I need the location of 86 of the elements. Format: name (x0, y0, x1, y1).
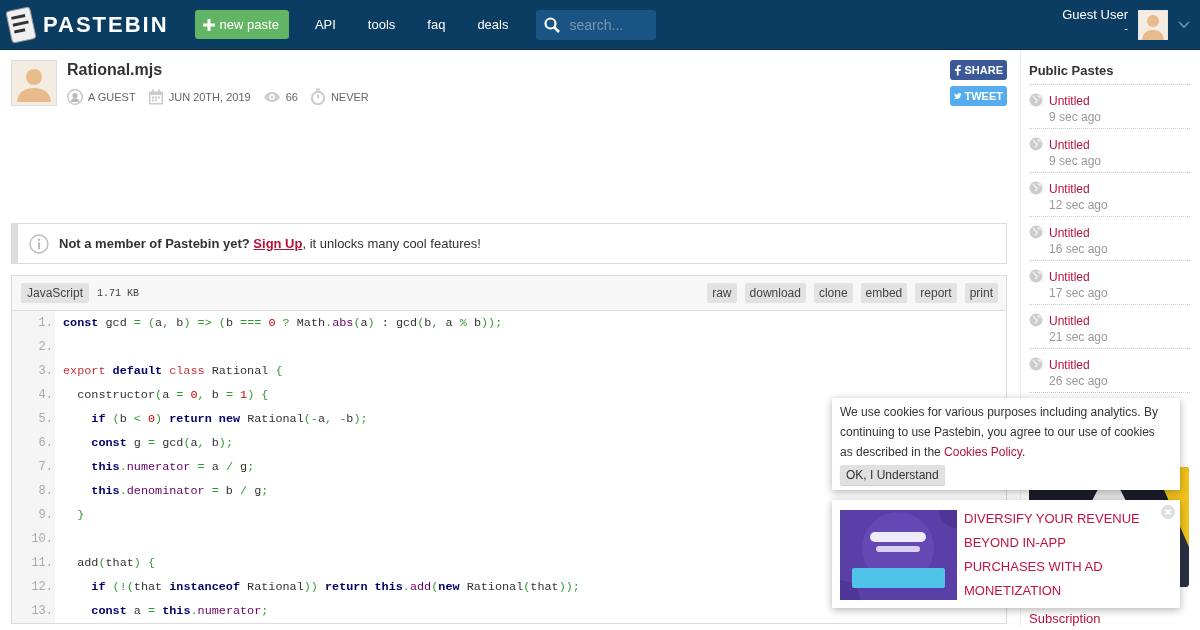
paste-link[interactable]: Untitled (1049, 93, 1102, 109)
line-number: 13. (30, 604, 53, 618)
paste-time: 12 sec ago (1049, 197, 1108, 213)
line-number: 7. (37, 460, 53, 474)
code-line: export default class Rational { (63, 364, 283, 378)
nav-link[interactable]: deals (471, 17, 515, 32)
search-icon (544, 16, 561, 33)
nav-link[interactable]: tools (361, 17, 402, 32)
line-number: 1. (37, 316, 53, 330)
plus-icon (202, 18, 215, 31)
paste-link[interactable]: Untitled (1049, 313, 1108, 329)
line-number: 6. (37, 436, 53, 450)
ad-headline[interactable]: DIVERSIFY YOUR REVENUE BEYOND IN-APP PURCHASES WITH AD MONETIZATION (964, 507, 1146, 598)
globe-icon (1029, 93, 1043, 107)
globe-icon (1029, 181, 1043, 195)
line-number: 8. (37, 484, 53, 498)
line-number: 5. (37, 412, 53, 426)
globe-icon (1029, 225, 1043, 239)
line-number: 4. (37, 388, 53, 402)
paste-time: 9 sec ago (1049, 109, 1102, 125)
nav-link[interactable]: API (308, 17, 342, 32)
code-line: const gcd = (a, b) => (b === 0 ? Math.abs(a) : gcd(b, a % b)); (63, 316, 503, 330)
line-number: 12. (30, 580, 53, 594)
user-icon (67, 88, 83, 105)
share-button[interactable]: SHARE (950, 60, 1007, 80)
sidebar-heading: Public Pastes (1029, 63, 1190, 85)
paste-meta-text: 66 (285, 90, 298, 103)
line-number: 11. (30, 556, 53, 570)
facebook-icon (954, 64, 962, 76)
code-line: this.numerator = a / g; (90, 460, 255, 474)
stopwatch-icon (309, 88, 326, 105)
code-line: add(that) { (76, 556, 156, 570)
site-logo-text[interactable]: PASTEBIN (43, 11, 169, 38)
code-action-button[interactable]: report (915, 283, 957, 303)
code-line: if (!(that instanceof Rational)) return this.add(new Rational(that)); (90, 580, 580, 594)
paste-meta-text: A GUEST (88, 90, 136, 103)
paste-link[interactable]: Untitled (1049, 181, 1108, 197)
code-action-button[interactable]: clone (813, 283, 853, 303)
line-number: 2. (37, 340, 53, 354)
line-number: 9. (37, 508, 53, 522)
line-number: 3. (37, 364, 53, 378)
bird-icon (954, 91, 962, 101)
code-line: } (76, 508, 85, 522)
file-size: 1.71 KB (97, 287, 140, 299)
globe-icon (1029, 313, 1043, 327)
globe-icon (1029, 269, 1043, 283)
avatar-icon (11, 60, 57, 106)
line-number: 10. (30, 532, 53, 546)
paste-link[interactable]: Untitled (1049, 357, 1108, 373)
paste-link[interactable]: Untitled (1049, 225, 1108, 241)
globe-icon (1029, 357, 1043, 371)
code-action-button[interactable]: raw (707, 283, 737, 303)
code-line: this.denominator = b / g; (90, 484, 269, 498)
paste-time: 26 sec ago (1049, 373, 1108, 389)
code-line: if (b < 0) return new Rational(-a, -b); (90, 412, 368, 426)
code-action-button[interactable]: download (744, 283, 806, 303)
paste-meta-text: JUN 20TH, 2019 (168, 90, 251, 103)
chevron-down-icon[interactable] (1178, 20, 1190, 29)
code-line: const g = gcd(a, b); (90, 436, 233, 450)
subscription-link[interactable]: Subscription (1029, 611, 1190, 626)
code-action-button[interactable]: embed (860, 283, 908, 303)
cookie-notice-text: We use cookies for various purposes including analytics. By continuing to use Pastebin, you agree to our use of cookies as described in the Cookies Policy. (840, 404, 1159, 461)
signup-notice-text: Not a member of Pastebin yet? Sign Up, it unlocks many cool features! (59, 236, 481, 251)
eye-icon (262, 90, 281, 103)
calendar-icon (147, 88, 164, 105)
paste-time: 17 sec ago (1049, 285, 1108, 301)
language-tag[interactable]: JavaScript (21, 283, 90, 303)
paste-meta-text: NEVER (330, 90, 369, 103)
paste-time: 16 sec ago (1049, 241, 1108, 257)
nav-link[interactable]: faq (421, 17, 452, 32)
code-line: constructor(a = 0, b = 1) { (76, 388, 269, 402)
globe-icon (1029, 137, 1043, 151)
avatar-icon[interactable] (1138, 9, 1168, 40)
accept-cookies-button[interactable]: OK, I Understand (840, 465, 945, 485)
paste-link[interactable]: Untitled (1049, 269, 1108, 285)
paste-time: 9 sec ago (1049, 153, 1102, 169)
user-name: Guest User (1062, 7, 1128, 22)
code-action-button[interactable]: print (964, 283, 998, 303)
paste-title: Rational.mjs (67, 61, 164, 79)
cookies-policy-link[interactable]: Cookies Policy (944, 445, 1022, 459)
search-field[interactable]: search... (536, 9, 657, 40)
paste-time: 21 sec ago (1049, 329, 1108, 345)
paste-link[interactable]: Untitled (1049, 137, 1102, 153)
user-status: - (1124, 22, 1128, 34)
code-line: const a = this.numerator; (90, 604, 269, 618)
info-icon (29, 233, 49, 254)
